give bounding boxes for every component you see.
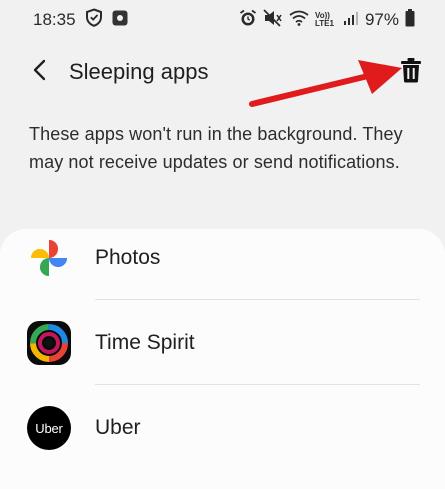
alarm-icon [239, 9, 257, 32]
sleeping-apps-list: Photos Time Spirit Uber Uber [0, 229, 445, 489]
signal-icon [343, 10, 359, 31]
delete-button[interactable] [396, 56, 426, 88]
back-arrow-icon [32, 59, 48, 86]
wifi-icon [289, 10, 309, 31]
list-item-uber[interactable]: Uber Uber [0, 386, 445, 470]
shield-icon [85, 8, 103, 32]
back-button[interactable] [26, 58, 54, 86]
status-time: 18:35 [33, 10, 76, 29]
divider [95, 384, 420, 385]
google-photos-icon [27, 236, 71, 280]
app-bar: Sleeping apps [0, 48, 445, 96]
app-name: Photos [95, 246, 161, 269]
status-right: Vo)) LTE1 97% [239, 8, 415, 32]
battery-icon [405, 8, 415, 32]
network-type-label: Vo)) LTE1 [314, 11, 334, 28]
list-item-time-spirit[interactable]: Time Spirit [0, 301, 445, 385]
list-item-photos[interactable]: Photos [0, 216, 445, 300]
divider [95, 299, 420, 300]
mute-icon [263, 8, 283, 32]
status-left: 18:35 [33, 8, 128, 32]
app-name: Time Spirit [95, 331, 195, 354]
trash-icon [400, 57, 422, 88]
description-text: These apps won't run in the background. … [29, 124, 403, 172]
status-bar: 18:35 Vo)) LTE1 97% [0, 0, 445, 40]
battery-percent: 97% [364, 10, 399, 29]
app-name: Uber [95, 416, 141, 439]
page-title: Sleeping apps [69, 59, 209, 84]
square-app-icon [112, 10, 128, 31]
time-spirit-icon [27, 321, 71, 365]
uber-icon: Uber [27, 406, 71, 450]
uber-icon-text: Uber [35, 420, 63, 436]
